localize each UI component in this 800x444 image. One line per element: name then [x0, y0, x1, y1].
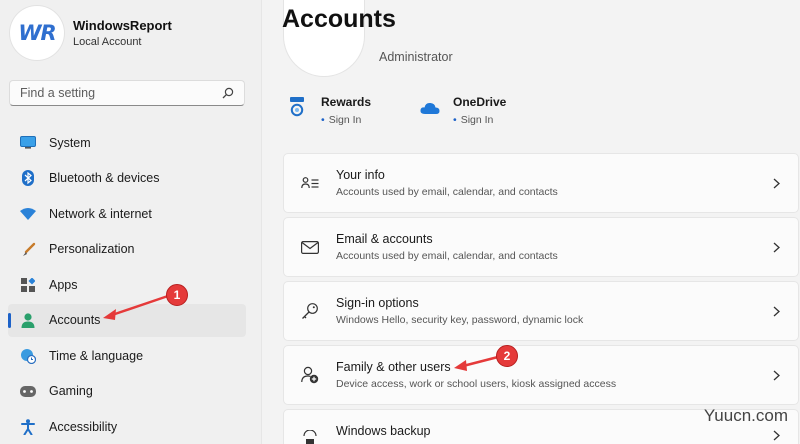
step-badge-1: 1: [166, 284, 188, 306]
step-badge-2: 2: [496, 345, 518, 367]
sign-in-options-card[interactable]: Sign-in options Windows Hello, security …: [283, 281, 799, 341]
sidebar-item-label: Personalization: [49, 242, 135, 256]
gamepad-icon: [20, 383, 36, 399]
status-dot-icon: •: [321, 114, 325, 126]
sidebar-item-apps[interactable]: Apps: [8, 268, 246, 301]
account-type-label: Administrator: [379, 50, 453, 64]
sidebar-nav: System Bluetooth & devices Network & int…: [8, 126, 246, 444]
onedrive-title: OneDrive: [453, 95, 507, 109]
sidebar-item-label: System: [49, 135, 91, 150]
sidebar-item-label: Time & language: [49, 348, 144, 363]
rewards-status: Sign In: [328, 114, 362, 126]
watermark: Yuucn.com: [703, 406, 788, 425]
your-info-card[interactable]: Your info Accounts used by email, calend…: [283, 153, 799, 213]
mail-icon: [300, 240, 320, 254]
onedrive-status: Sign In: [460, 114, 494, 126]
sidebar-item-bluetooth[interactable]: Bluetooth & devices: [8, 162, 246, 195]
search-icon[interactable]: [222, 87, 234, 99]
sidebar: WR WindowsReport Local Account Find a se…: [0, 0, 262, 444]
search-input[interactable]: Find a setting: [9, 80, 245, 106]
chevron-right-icon: [773, 306, 780, 317]
backup-icon: [300, 424, 320, 444]
rewards-link[interactable]: Rewards • Sign In: [288, 95, 371, 126]
sidebar-item-label: Accessibility: [49, 419, 118, 434]
sidebar-item-system[interactable]: System: [8, 126, 246, 159]
sidebar-item-gaming[interactable]: Gaming: [8, 375, 246, 408]
card-title: Sign-in options: [336, 296, 419, 310]
chevron-right-icon: [773, 430, 780, 441]
family-other-users-card[interactable]: Family & other users Device access, work…: [283, 345, 799, 405]
status-dot-icon: •: [453, 114, 457, 126]
sidebar-item-accessibility[interactable]: Accessibility: [8, 410, 246, 443]
profile[interactable]: WR WindowsReport Local Account: [10, 6, 172, 60]
sidebar-item-label: Network & internet: [49, 206, 152, 221]
rewards-icon: [288, 97, 310, 119]
wifi-icon: [20, 206, 36, 222]
card-subtitle: Accounts used by email, calendar, and co…: [336, 250, 558, 262]
brush-icon: [20, 241, 36, 257]
profile-name: WindowsReport: [73, 18, 172, 33]
contact-card-icon: [300, 176, 320, 190]
onedrive-link[interactable]: OneDrive • Sign In: [420, 95, 506, 126]
card-subtitle: Windows Hello, security key, password, d…: [336, 314, 584, 326]
chevron-right-icon: [773, 242, 780, 253]
search-placeholder: Find a setting: [20, 86, 96, 100]
email-accounts-card[interactable]: Email & accounts Accounts used by email,…: [283, 217, 799, 277]
accessibility-icon: [20, 418, 36, 435]
card-title: Email & accounts: [336, 232, 433, 246]
sidebar-item-label: Accounts: [49, 313, 101, 327]
sidebar-item-label: Bluetooth & devices: [49, 171, 160, 185]
add-person-icon: [300, 366, 320, 384]
card-title: Your info: [336, 168, 385, 182]
card-title: Windows backup: [336, 424, 431, 438]
chevron-right-icon: [773, 370, 780, 381]
chevron-right-icon: [773, 178, 780, 189]
key-icon: [300, 302, 320, 320]
page-title: Accounts: [282, 5, 396, 33]
sidebar-item-personalization[interactable]: Personalization: [8, 233, 246, 266]
sidebar-item-network[interactable]: Network & internet: [8, 197, 246, 230]
card-subtitle: Accounts used by email, calendar, and co…: [336, 186, 558, 198]
sidebar-item-label: Gaming: [49, 384, 93, 398]
card-title: Family & other users: [336, 360, 451, 374]
bluetooth-icon: [20, 170, 36, 186]
cloud-icon: [420, 97, 442, 119]
card-subtitle: Device access, work or school users, kio…: [336, 378, 617, 390]
sidebar-item-label: Apps: [49, 277, 78, 292]
sidebar-item-accounts[interactable]: Accounts: [8, 303, 246, 337]
rewards-title: Rewards: [321, 95, 372, 109]
apps-icon: [20, 277, 36, 293]
person-icon: [20, 312, 36, 328]
globe-clock-icon: [20, 348, 36, 364]
monitor-icon: [20, 135, 36, 151]
avatar-logo: WR: [18, 21, 56, 45]
profile-account-type: Local Account: [73, 36, 142, 48]
main-content: Accounts Administrator Rewards • Sign In …: [262, 0, 800, 444]
sidebar-item-time-language[interactable]: Time & language: [8, 339, 246, 372]
avatar[interactable]: WR: [10, 6, 64, 60]
